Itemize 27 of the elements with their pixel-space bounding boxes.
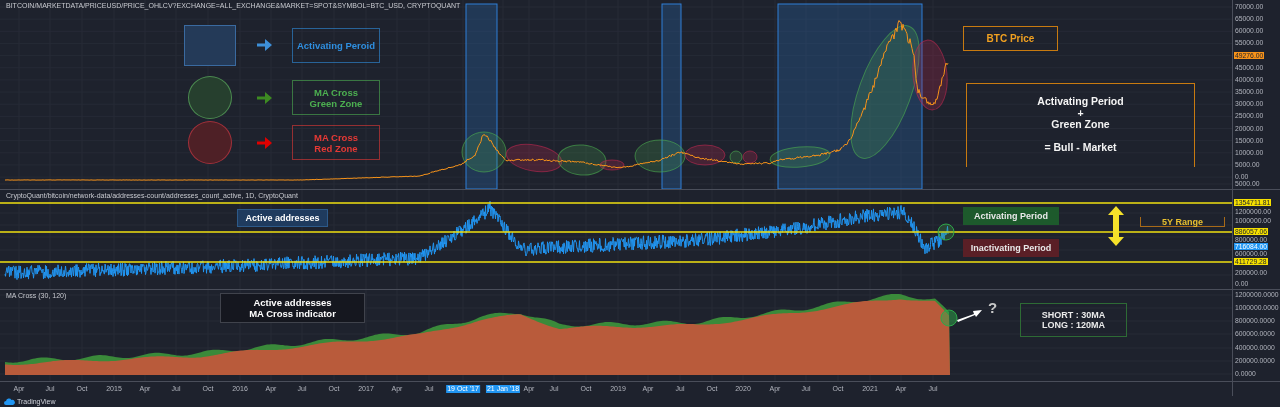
period-label: Activating Period bbox=[963, 207, 1059, 225]
double-arrow-icon bbox=[1108, 206, 1124, 246]
settings-line: SHORT : 30MA bbox=[1041, 310, 1106, 320]
cloud-logo-icon bbox=[4, 398, 15, 405]
legend-label: MA Cross bbox=[314, 131, 358, 143]
summary-line: Green Zone bbox=[1051, 119, 1110, 131]
panel-label: MA Cross indicator bbox=[249, 308, 336, 319]
arrow-icon bbox=[257, 91, 272, 104]
question-mark: ? bbox=[988, 300, 998, 316]
range-label: 5Y Range bbox=[1140, 217, 1225, 227]
legend-label: Red Zone bbox=[314, 142, 358, 154]
legend-label: Activating Peroid bbox=[296, 39, 376, 51]
summary-line: Activating Period bbox=[1037, 96, 1124, 108]
legend-label: MA Cross bbox=[314, 86, 358, 98]
marker-circle bbox=[937, 223, 955, 241]
panel-label: Active addresses bbox=[237, 209, 328, 227]
panel-label: Active addresses bbox=[253, 297, 332, 308]
legend-label: Green Zone bbox=[309, 97, 363, 109]
series-label: BTC Price bbox=[963, 26, 1058, 51]
summary-line: = Bull - Market bbox=[1044, 141, 1117, 153]
period-label: Inactivating Period bbox=[963, 239, 1059, 257]
summary-line: + bbox=[1077, 107, 1084, 119]
settings-line: LONG : 120MA bbox=[1042, 320, 1105, 330]
arrow-icon bbox=[257, 39, 272, 51]
arrow-icon bbox=[957, 310, 982, 322]
arrow-icon bbox=[257, 136, 272, 149]
marker-circle bbox=[940, 309, 958, 327]
